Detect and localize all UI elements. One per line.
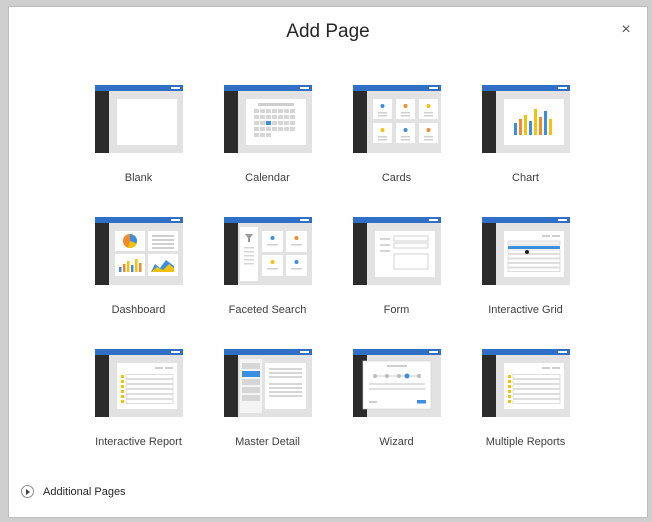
page-type-label: Dashboard [111, 304, 166, 316]
multiple-reports-page-icon [481, 349, 570, 417]
page-type-label: Cards [381, 172, 412, 184]
add-page-dialog: Add Page × Blank Calendar Cards Chart Da… [8, 6, 648, 518]
cards-page-icon [352, 85, 441, 153]
faceted-search-page-icon [223, 217, 312, 285]
additional-pages-label: Additional Pages [43, 485, 126, 498]
page-type-cards[interactable]: Cards [332, 81, 461, 203]
page-type-wizard[interactable]: Wizard [332, 345, 461, 467]
page-type-label: Interactive Report [95, 436, 182, 448]
page-type-chart[interactable]: Chart [461, 81, 590, 203]
page-type-interactive-grid[interactable]: Interactive Grid [461, 213, 590, 335]
page-type-label: Form [383, 304, 410, 316]
page-type-form[interactable]: Form [332, 213, 461, 335]
additional-pages-toggle[interactable]: Additional Pages [21, 485, 126, 498]
page-type-grid: Blank Calendar Cards Chart Dashboard Fac… [74, 81, 590, 467]
interactive-report-page-icon [94, 349, 183, 417]
page-type-label: Multiple Reports [485, 436, 566, 448]
blank-page-icon [94, 85, 183, 153]
page-type-label: Wizard [379, 436, 414, 448]
calendar-page-icon [223, 85, 312, 153]
page-type-blank[interactable]: Blank [74, 81, 203, 203]
chart-page-icon [481, 85, 570, 153]
page-type-interactive-report[interactable]: Interactive Report [74, 345, 203, 467]
page-type-faceted-search[interactable]: Faceted Search [203, 213, 332, 335]
form-page-icon [352, 217, 441, 285]
dialog-title: Add Page [286, 21, 370, 42]
wizard-page-icon [352, 349, 441, 417]
page-type-label: Blank [124, 172, 153, 184]
page-type-master-detail[interactable]: Master Detail [203, 345, 332, 467]
master-detail-page-icon [223, 349, 312, 417]
page-type-dashboard[interactable]: Dashboard [74, 213, 203, 335]
page-type-label: Faceted Search [228, 304, 307, 316]
expand-play-icon[interactable] [21, 485, 34, 498]
close-icon[interactable]: × [617, 21, 635, 39]
dashboard-page-icon [94, 217, 183, 285]
page-type-calendar[interactable]: Calendar [203, 81, 332, 203]
page-type-label: Chart [512, 172, 539, 184]
page-type-label: Calendar [245, 172, 290, 184]
interactive-grid-page-icon [481, 217, 570, 285]
page-type-multiple-reports[interactable]: Multiple Reports [461, 345, 590, 467]
page-type-label: Interactive Grid [488, 304, 563, 316]
page-type-label: Master Detail [235, 436, 300, 448]
